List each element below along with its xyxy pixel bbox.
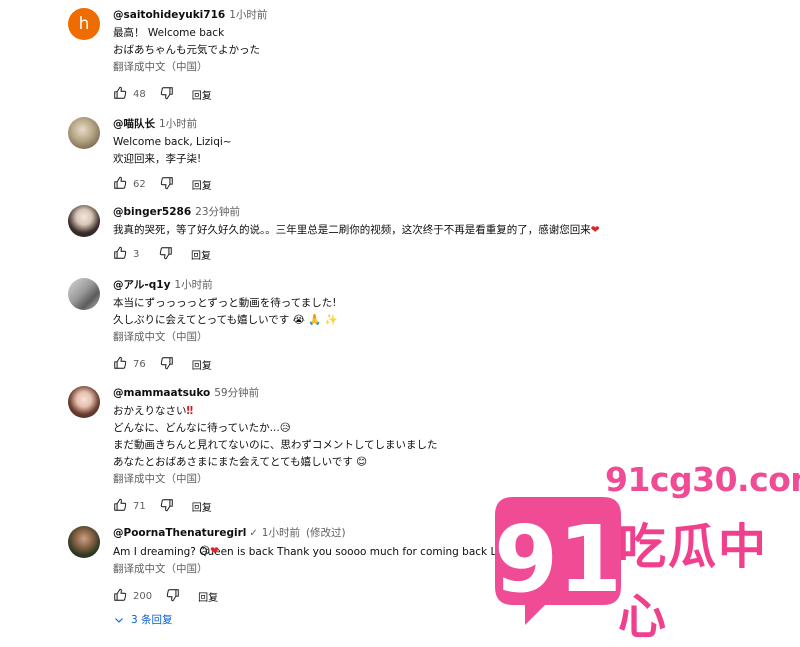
thumbs-up-icon[interactable] — [113, 498, 127, 515]
reply-button[interactable]: 回复 — [192, 499, 212, 514]
thumbs-up-icon[interactable] — [113, 176, 127, 193]
comment-time[interactable]: 1小时前 — [159, 118, 197, 130]
like-count: 200 — [133, 590, 153, 602]
comment-time[interactable]: 1小时前 — [262, 527, 300, 539]
reply-button[interactable]: 回复 — [192, 87, 212, 102]
comment-line: 本当にずっっっっとずっと動画を待ってました! — [113, 297, 337, 309]
comment-emoji-row: Am I dreaming? 😥❤ — [113, 543, 219, 560]
comment-author[interactable]: @saitohideyuki716 — [113, 9, 225, 21]
reply-button[interactable]: 回复 — [192, 177, 212, 192]
thumbs-down-icon[interactable] — [166, 588, 180, 605]
heart-emoji-icon: ❤ — [590, 224, 600, 236]
sad-face-emoji-icon: 😥 — [199, 545, 211, 557]
comment-line: おかえりなさい — [113, 405, 187, 417]
thumbs-down-icon[interactable] — [159, 246, 173, 263]
comment-body: @saitohideyuki716 1小时前 最高！ Welcome back お… — [113, 8, 763, 104]
chevron-down-icon — [115, 617, 123, 623]
avatar[interactable]: h — [68, 8, 100, 40]
comment-text: 最高！ Welcome back おばあちゃんも元気でよかった — [113, 25, 763, 59]
translate-link[interactable]: 翻译成中文（中国） — [113, 60, 763, 74]
avatar[interactable] — [68, 386, 100, 418]
comment-time[interactable]: 23分钟前 — [195, 206, 240, 218]
reply-button[interactable]: 回复 — [191, 247, 211, 262]
comment-author[interactable]: @喵队长 — [113, 118, 155, 130]
like-count: 76 — [133, 358, 146, 370]
edited-label: (修改过) — [305, 527, 346, 539]
avatar[interactable] — [68, 205, 100, 237]
thumbs-up-icon[interactable] — [113, 356, 127, 373]
double-exclamation-emoji-icon: ‼ — [186, 405, 194, 417]
comment-body: @binger5286 23分钟前 我真的哭死，等了好久好久的说。。三年里总是二刷… — [113, 205, 763, 264]
sparkles-emoji-icon: ✨ — [324, 314, 338, 326]
comment-line: まだ動画きちんと見れてないのに、思わずコメントしてしまいました — [113, 439, 438, 451]
thumbs-down-icon[interactable] — [160, 356, 174, 373]
comment-author[interactable]: @PoornaThenaturegirl — [113, 527, 246, 539]
comment-text: 我真的哭死，等了好久好久的说。。三年里总是二刷你的视频，这次终于不再是看重复的了… — [113, 222, 763, 239]
avatar[interactable] — [68, 526, 100, 558]
verified-check-icon: ✓ — [249, 528, 258, 539]
reply-button[interactable]: 回复 — [198, 589, 218, 604]
thumbs-up-icon[interactable] — [113, 588, 127, 605]
view-replies-button[interactable]: 3 条回复 — [113, 612, 173, 627]
avatar[interactable] — [68, 117, 100, 149]
comment-actions: 3 回复 — [113, 244, 763, 264]
thumbs-down-icon[interactable] — [160, 498, 174, 515]
like-count: 3 — [133, 248, 140, 260]
comment-body: @アル-q1y 1小时前 本当にずっっっっとずっと動画を待ってました! 久しぶりに… — [113, 278, 763, 374]
thumbs-down-icon[interactable] — [160, 176, 174, 193]
comment-time[interactable]: 1小时前 — [174, 279, 212, 291]
view-replies-label: 3 条回复 — [131, 614, 173, 626]
thumbs-up-icon[interactable] — [113, 246, 127, 263]
comment-line: どんなに、どんなに待っていたか... — [113, 422, 280, 434]
like-count: 71 — [133, 500, 146, 512]
comment-body: @喵队长 1小时前 Welcome back, Liziqi~ 欢迎回来，李子柒!… — [113, 117, 763, 194]
comment-time[interactable]: 1小时前 — [229, 9, 267, 21]
comment-line: 久しぶりに会えてとっても嬉しいです — [113, 314, 290, 326]
comment-line: おばあちゃんも元気でよかった — [113, 44, 260, 56]
watermark-url: 91cg30.com — [605, 460, 800, 499]
like-count: 48 — [133, 88, 146, 100]
reply-button[interactable]: 回复 — [192, 357, 212, 372]
comment-actions: 48 回复 — [113, 84, 763, 104]
comment-time[interactable]: 59分钟前 — [214, 387, 259, 399]
comment-text: Welcome back, Liziqi~ 欢迎回来，李子柒! — [113, 134, 763, 168]
sad-face-emoji-icon: 😥 — [279, 422, 291, 434]
heart-emoji-icon: ❤ — [210, 545, 219, 557]
comment-author[interactable]: @アル-q1y — [113, 279, 170, 291]
thumbs-up-icon[interactable] — [113, 86, 127, 103]
comment-line: Welcome back, Liziqi~ — [113, 136, 232, 148]
comment-author[interactable]: @binger5286 — [113, 206, 191, 218]
watermark-brand: 吃瓜中心 — [618, 519, 769, 645]
comment-line: 欢迎回来，李子柒! — [113, 153, 202, 165]
comment-actions: 62 回复 — [113, 174, 763, 194]
comment-line: 我真的哭死，等了好久好久的说。。三年里总是二刷你的视频，这次终于不再是看重复的了… — [113, 224, 591, 236]
translate-link[interactable]: 翻译成中文（中国） — [113, 330, 763, 344]
like-count: 62 — [133, 178, 146, 190]
comment-author[interactable]: @mammaatsuko — [113, 387, 210, 399]
comment-line: あなたとおばあさまにまた会えてとても嬉しいです — [113, 456, 353, 468]
comment-line: 最高！ Welcome back — [113, 27, 225, 39]
comment-text: 本当にずっっっっとずっと動画を待ってました! 久しぶりに会えてとっても嬉しいです… — [113, 295, 763, 329]
pray-emoji-icon: 🙏 — [308, 314, 322, 326]
comment-actions: 76 回复 — [113, 354, 763, 374]
crying-emoji-icon: 😭 — [292, 314, 305, 326]
avatar[interactable] — [68, 278, 100, 310]
avatar-letter: h — [78, 14, 90, 34]
thumbs-down-icon[interactable] — [160, 86, 174, 103]
smile-emoji-icon: 😊 — [356, 456, 368, 468]
